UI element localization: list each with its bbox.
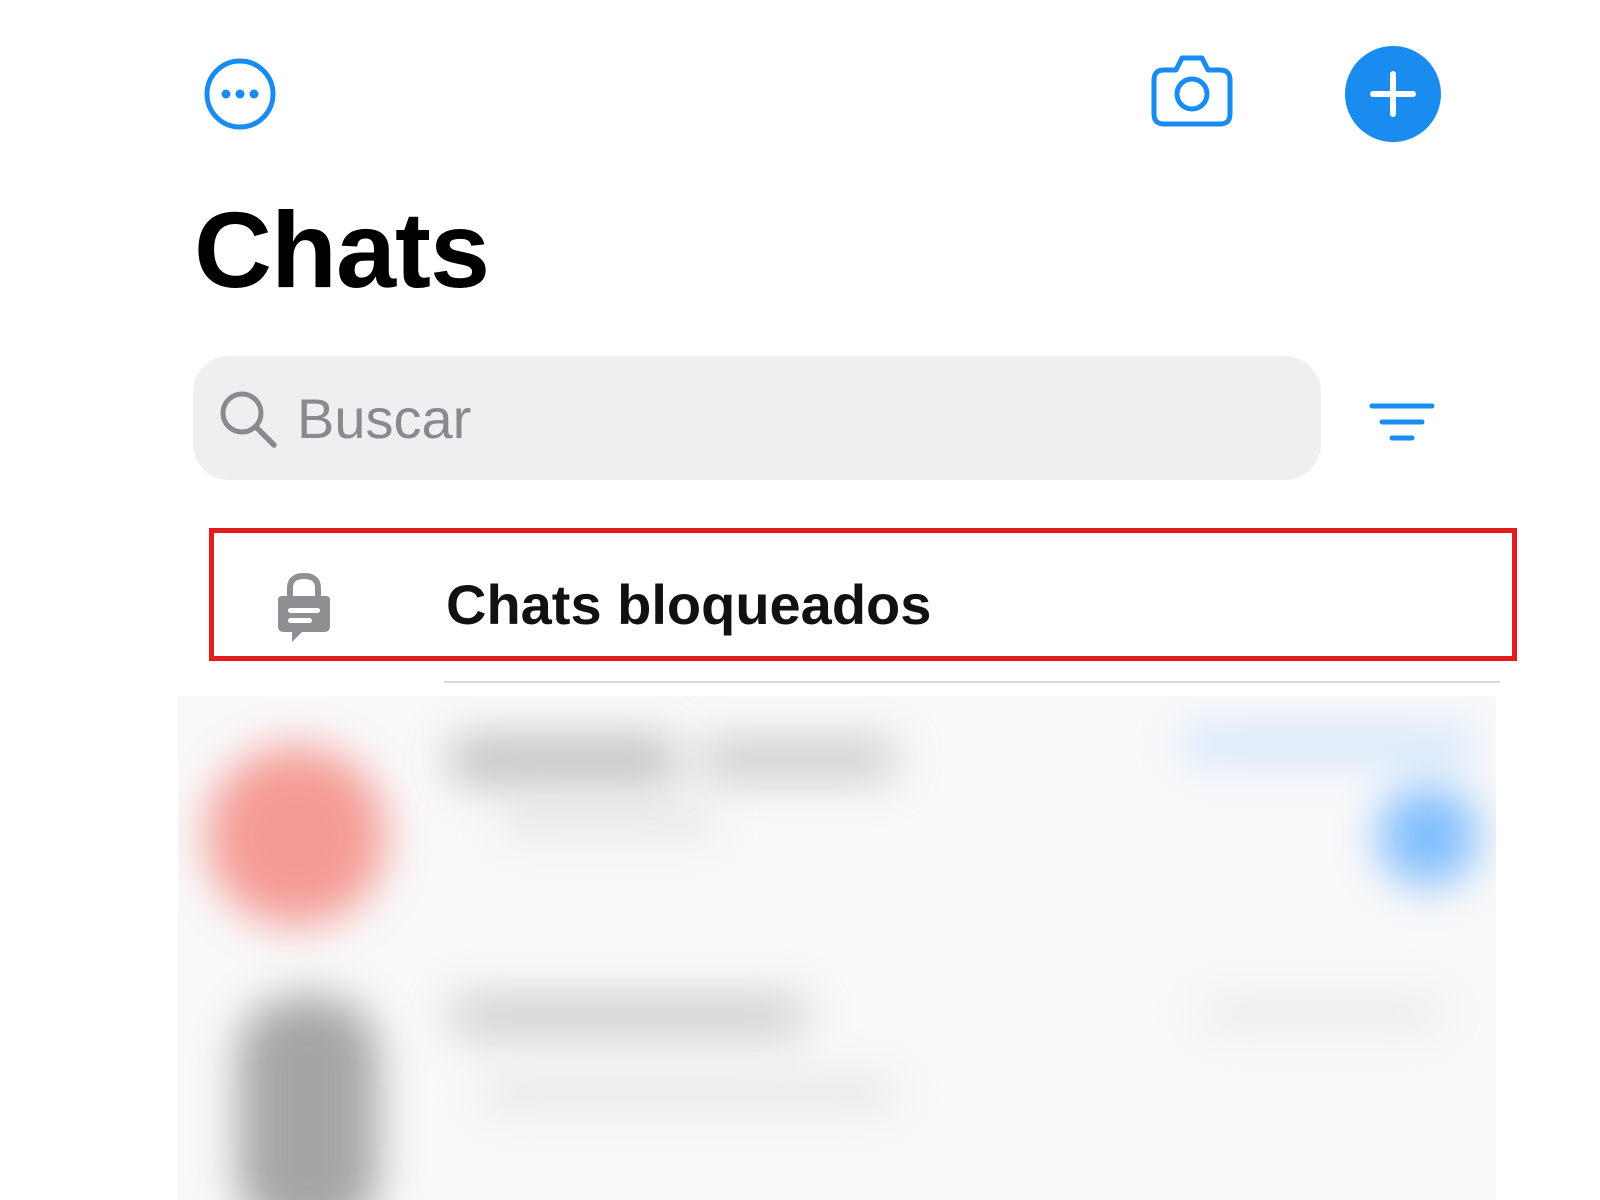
new-chat-button[interactable] (1345, 46, 1441, 142)
blurred-chat-name (448, 736, 678, 784)
blurred-chat-preview (498, 806, 718, 836)
blurred-chat-list (178, 696, 1496, 1200)
search-input[interactable] (297, 378, 1277, 458)
blurred-avatar (238, 996, 378, 1200)
more-options-button[interactable] (204, 58, 276, 130)
search-bar[interactable] (193, 356, 1321, 480)
locked-chats-label: Chats bloqueados (446, 573, 932, 636)
filter-icon (1369, 403, 1435, 441)
blurred-chat-time (1178, 724, 1478, 764)
blurred-chat-name (448, 996, 808, 1036)
search-icon (220, 391, 277, 448)
chats-screen: Chats Chats bloqueados (0, 0, 1600, 1200)
locked-chats-row[interactable]: Chats bloqueados (180, 520, 1500, 672)
plus-icon (1370, 71, 1416, 117)
page-title: Chats (194, 189, 490, 310)
divider (444, 681, 1500, 683)
camera-button[interactable] (1150, 52, 1234, 128)
camera-icon (1151, 55, 1233, 127)
blurred-avatar (206, 746, 386, 926)
blurred-chat-name (698, 738, 898, 780)
blurred-chat-preview (478, 1076, 898, 1110)
ellipsis-circle-icon (204, 58, 276, 130)
filter-button[interactable] (1368, 396, 1436, 448)
blurred-chat-time (1198, 996, 1448, 1030)
lock-chat-bubble-icon (278, 572, 330, 642)
blurred-unread-badge (1378, 786, 1478, 886)
